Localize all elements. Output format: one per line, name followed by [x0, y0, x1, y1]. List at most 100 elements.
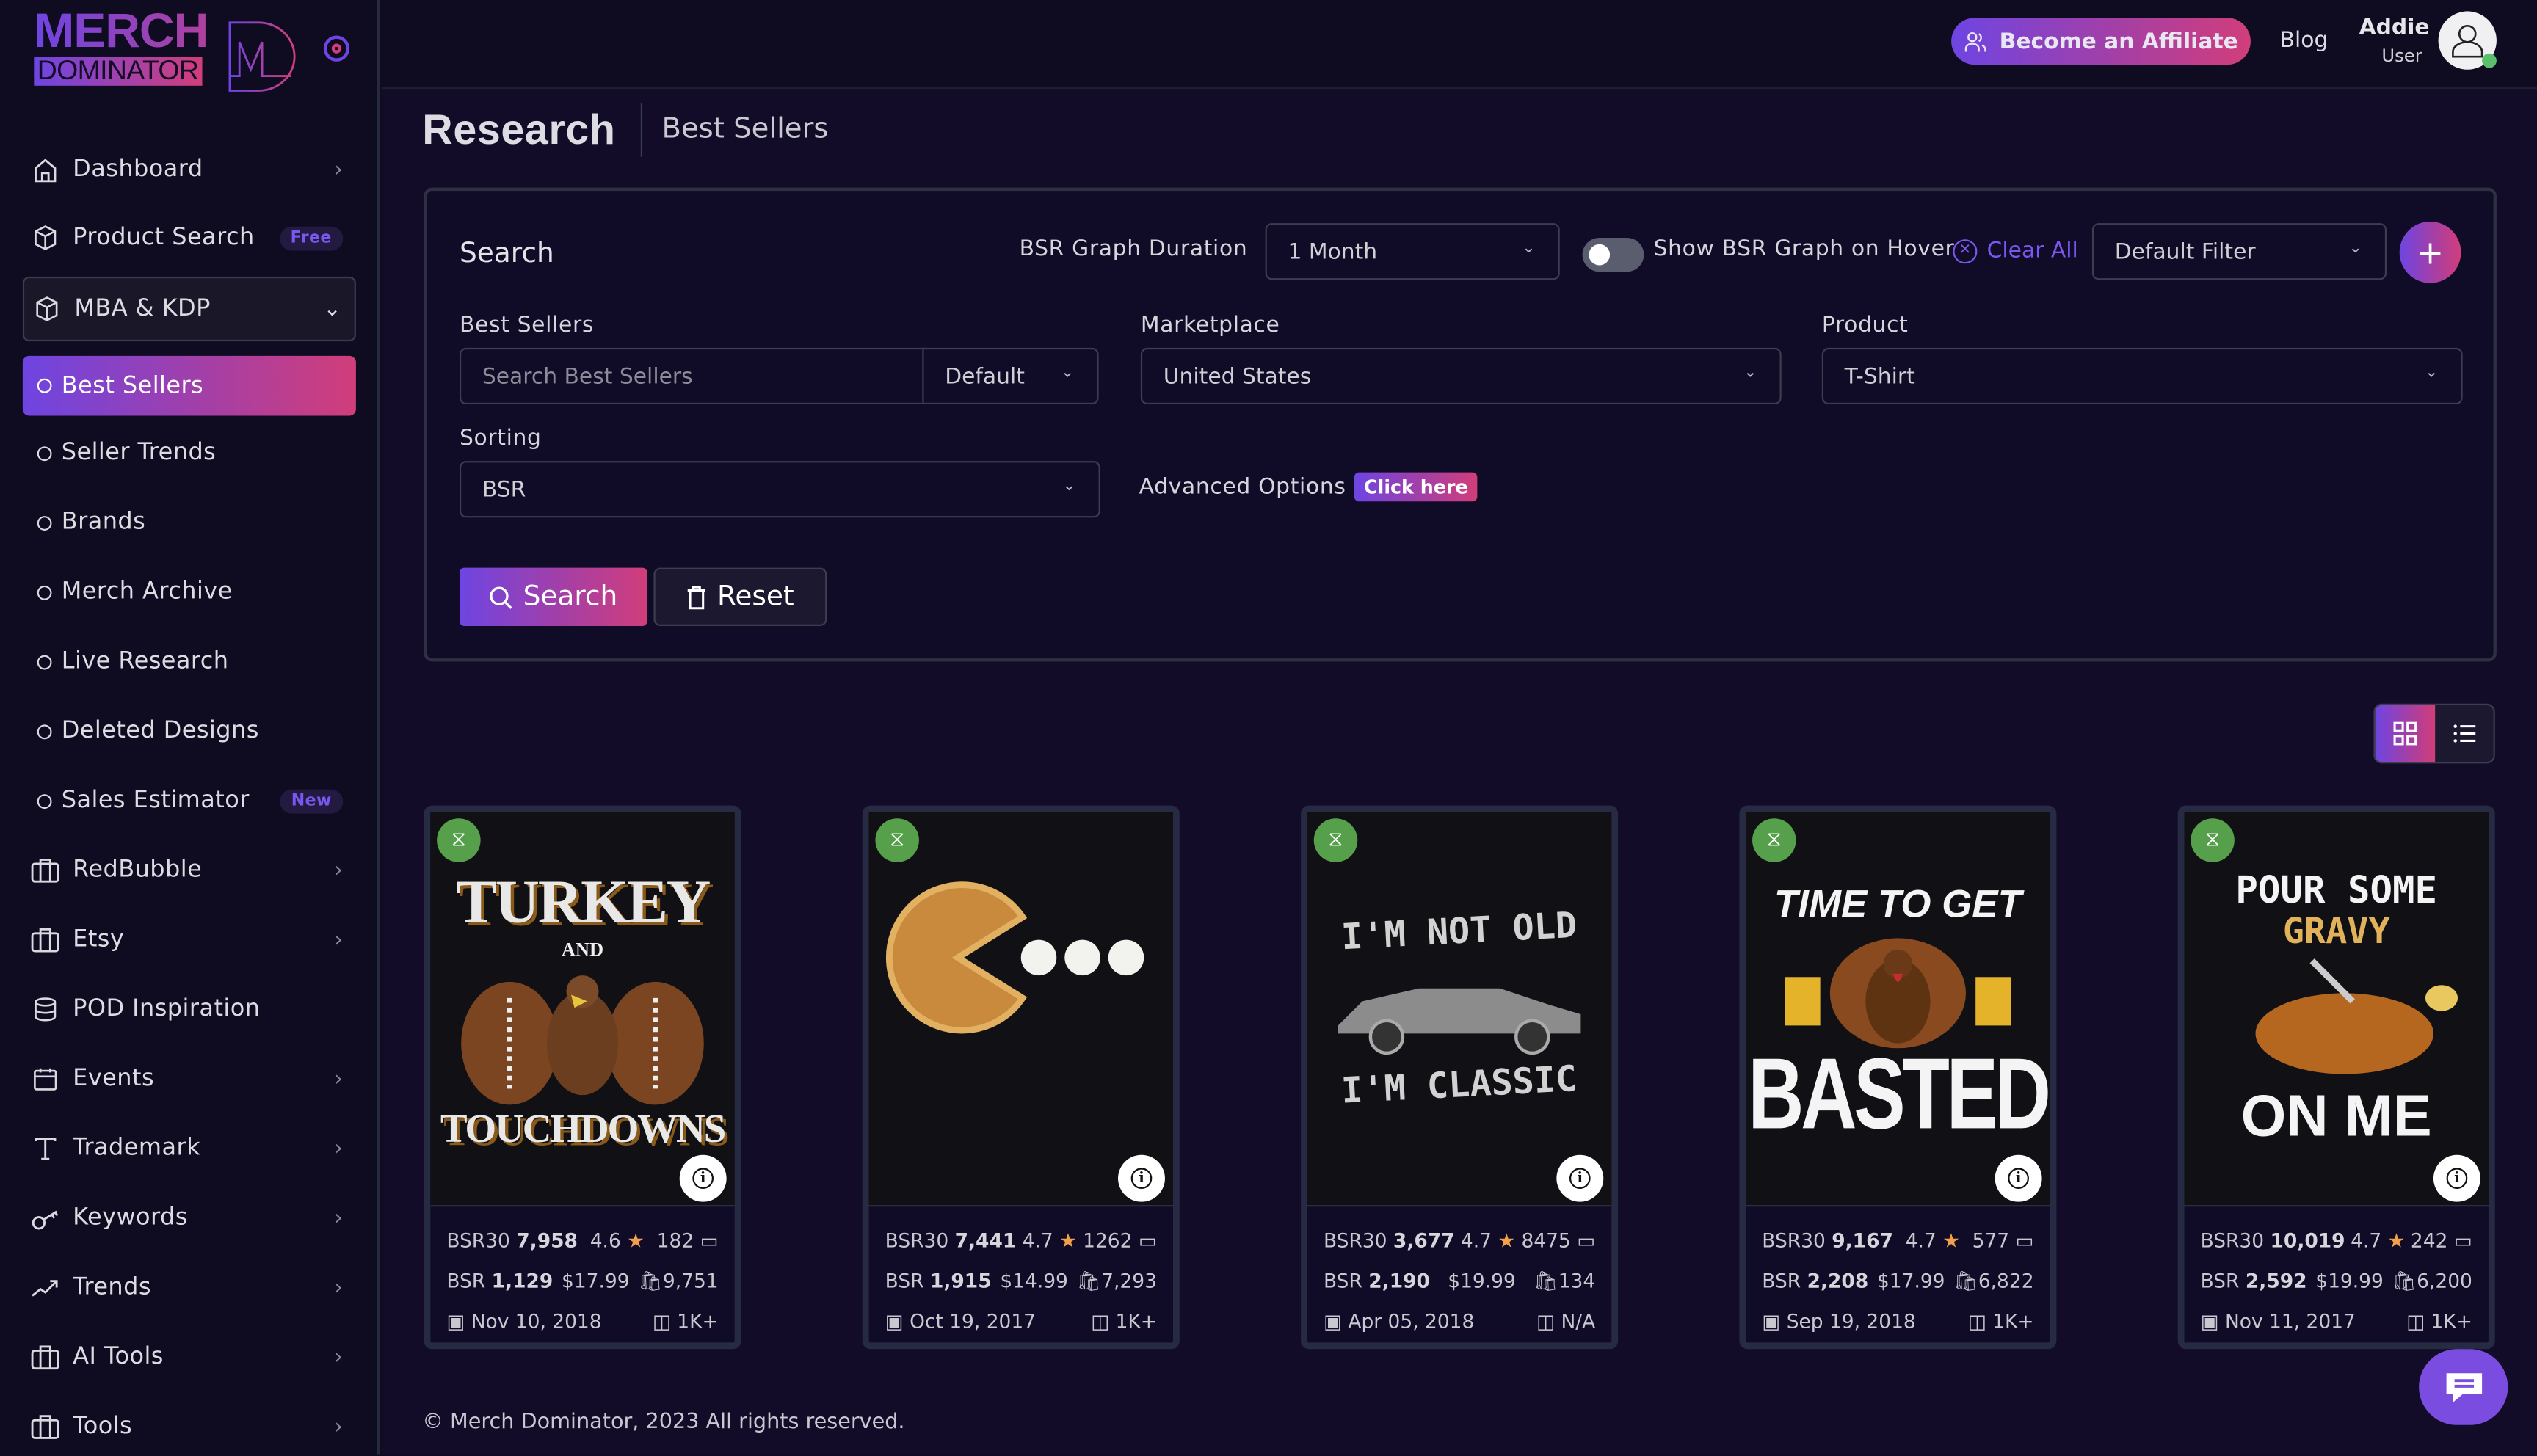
search-button[interactable]: Search [459, 567, 647, 626]
stats-row-bsr: BSR 2,190 $19.99 🛍︎134 [1324, 1260, 1595, 1300]
bullet-icon [37, 515, 52, 530]
briefcase-icon [31, 1342, 60, 1372]
sidebar-item-keywords[interactable]: Keywords › [23, 1189, 356, 1247]
sales-stat: 🛍︎6,200 [2392, 1269, 2472, 1292]
bsr-duration-select[interactable]: 1 Month ⌄ [1265, 223, 1560, 280]
sidebar-item-etsy[interactable]: Etsy › [23, 911, 356, 969]
blog-link[interactable]: Blog [2280, 27, 2329, 53]
sidebar-item-label: Tools [73, 1413, 133, 1440]
info-button[interactable]: i [679, 1154, 727, 1202]
sorting-select[interactable]: BSR ⌄ [459, 461, 1100, 518]
bsr30-label: BSR30 [1762, 1228, 1826, 1251]
search-mode-select[interactable]: Default ⌄ [922, 347, 1099, 405]
product-card[interactable]: I'M NOT OLD I'M CLASSIC ⧖ i BSR30 3,677 … [1301, 805, 1619, 1350]
product-image[interactable] [868, 812, 1173, 1207]
product-card[interactable]: POUR SOME GRAVY ON ME ⧖ i BSR30 10,019 4… [2177, 805, 2495, 1350]
product-card[interactable]: TIME TO GET BASTED ⧖ i BSR30 9,167 4.7 ★… [1739, 805, 2057, 1350]
rating-stat: 4.7 ★ [1023, 1228, 1077, 1251]
comment-icon: ▭ [700, 1228, 719, 1251]
sorting-value: BSR [482, 476, 526, 503]
best-sellers-label: Best Sellers [459, 312, 595, 338]
star-icon: ★ [1942, 1228, 1960, 1251]
reset-button[interactable]: Reset [653, 567, 827, 626]
bsr-value: 1,129 [491, 1269, 554, 1292]
title-divider [640, 103, 643, 157]
info-button[interactable]: i [1995, 1154, 2042, 1202]
sidebar-item-label: Deleted Designs [61, 718, 259, 744]
chevron-right-icon: › [334, 1136, 344, 1161]
bsr-stat: BSR 1,915 [885, 1269, 992, 1292]
clear-all-button[interactable]: ✕ Clear All [1953, 238, 2078, 263]
best-sellers-search-input[interactable]: Search Best Sellers [459, 347, 926, 405]
sidebar-item-sales-estimator[interactable]: Sales Estimator New [23, 771, 356, 829]
stats-row-date: ▣ Sep 19, 2018 ◫ 1K+ [1762, 1300, 2033, 1341]
sidebar-item-mba-kdp[interactable]: MBA & KDP ⌄ [22, 276, 356, 342]
show-bsr-graph-toggle[interactable] [1582, 238, 1644, 272]
product-image[interactable]: TURKEY AND TOUCHDOWNS [430, 812, 735, 1207]
info-button[interactable]: i [2433, 1154, 2480, 1202]
art-text: ON ME [2240, 1081, 2432, 1148]
sidebar-item-trademark[interactable]: Trademark › [23, 1119, 356, 1177]
sidebar-collapse-icon[interactable] [323, 35, 350, 62]
filter-select[interactable]: Default Filter ⌄ [2091, 223, 2387, 280]
info-icon: i [1569, 1168, 1591, 1190]
search-mode-value: Default [945, 363, 1025, 390]
bsr30-label: BSR30 [1323, 1228, 1387, 1251]
bsr-stat: BSR 1,129 [446, 1269, 553, 1292]
rating-stat: 4.6 ★ [590, 1228, 645, 1251]
list-view-button[interactable] [2435, 705, 2493, 762]
star-icon: ★ [627, 1228, 645, 1251]
sidebar-item-live-research[interactable]: Live Research [23, 633, 356, 691]
info-button[interactable]: i [1118, 1154, 1165, 1202]
advanced-options-link[interactable]: Click here [1354, 472, 1478, 502]
stats-row-bsr: BSR 2,208 $17.99 🛍︎6,822 [1762, 1260, 2033, 1300]
product-card[interactable]: TURKEY AND TOUCHDOWNS ⧖ i BSR30 7,958 4.… [424, 805, 741, 1350]
sidebar-item-redbubble[interactable]: RedBubble › [23, 841, 356, 899]
shopping-bag-icon: 🛍︎ [1534, 1269, 1558, 1292]
grid-view-button[interactable] [2375, 705, 2436, 762]
chat-button[interactable] [2419, 1349, 2508, 1425]
date-value: Nov 11, 2017 [2225, 1309, 2356, 1333]
product-stats: BSR30 7,958 4.6 ★ 182 ▭ BSR 1,129 $17.99… [446, 1220, 718, 1341]
info-button[interactable]: i [1556, 1154, 1604, 1202]
sidebar-item-best-sellers[interactable]: Best Sellers [22, 355, 356, 416]
sidebar-item-product-search[interactable]: Product Search Free [23, 208, 356, 266]
product-image[interactable]: POUR SOME GRAVY ON ME [2184, 812, 2489, 1207]
logo[interactable]: MERCH DOMINATOR [34, 7, 301, 92]
sidebar-item-brands[interactable]: Brands [23, 493, 356, 551]
sidebar-item-pod-inspiration[interactable]: POD Inspiration [23, 980, 356, 1038]
marketplace-select[interactable]: United States ⌄ [1140, 347, 1782, 405]
bsr30-label: BSR30 [446, 1228, 510, 1251]
bought-stat: ◫ 1K+ [2406, 1309, 2472, 1332]
sidebar-item-trends[interactable]: Trends › [23, 1259, 356, 1317]
merch-badge-icon: ⧖ [875, 818, 919, 862]
sidebar-item-seller-trends[interactable]: Seller Trends [23, 423, 356, 481]
sidebar-item-deleted-designs[interactable]: Deleted Designs [23, 702, 356, 760]
chevron-down-icon: ⌄ [1743, 363, 1757, 382]
user-name[interactable]: Addie [2359, 15, 2430, 40]
chevron-right-icon: › [334, 1206, 344, 1231]
become-affiliate-button[interactable]: Become an Affiliate [1951, 18, 2251, 65]
bought-value: 1K+ [1992, 1309, 2034, 1333]
sidebar-item-label: RedBubble [73, 857, 203, 884]
logo-dominator-text: DOMINATOR [34, 56, 202, 86]
add-filter-button[interactable]: + [2399, 221, 2461, 283]
sidebar-item-label: MBA & KDP [74, 296, 211, 322]
bsr-label: BSR [1323, 1269, 1362, 1292]
sidebar-item-dashboard[interactable]: Dashboard › [23, 141, 356, 199]
sidebar-item-tools[interactable]: Tools › [23, 1397, 356, 1455]
rating-stat: 4.7 ★ [1906, 1228, 1960, 1251]
comment-icon: ▭ [2015, 1228, 2034, 1251]
sidebar-item-merch-archive[interactable]: Merch Archive [23, 563, 356, 621]
product-card[interactable]: ⧖ i BSR30 7,441 4.7 ★ 1262 ▭ BSR 1,915 $… [862, 805, 1180, 1350]
merch-badge-icon: ⧖ [437, 818, 481, 862]
sales-stat: 🛍︎9,751 [638, 1269, 718, 1292]
sidebar-item-events[interactable]: Events › [23, 1049, 356, 1107]
product-image[interactable]: I'M NOT OLD I'M CLASSIC [1307, 812, 1612, 1207]
reviews-stat: 1262 ▭ [1083, 1228, 1157, 1251]
user-icon [2452, 24, 2483, 58]
reviews-stat: 182 ▭ [657, 1228, 719, 1251]
product-image[interactable]: TIME TO GET BASTED [1746, 812, 2050, 1207]
product-select[interactable]: T-Shirt ⌄ [1821, 347, 2463, 405]
sidebar-item-ai-tools[interactable]: AI Tools › [23, 1328, 356, 1386]
